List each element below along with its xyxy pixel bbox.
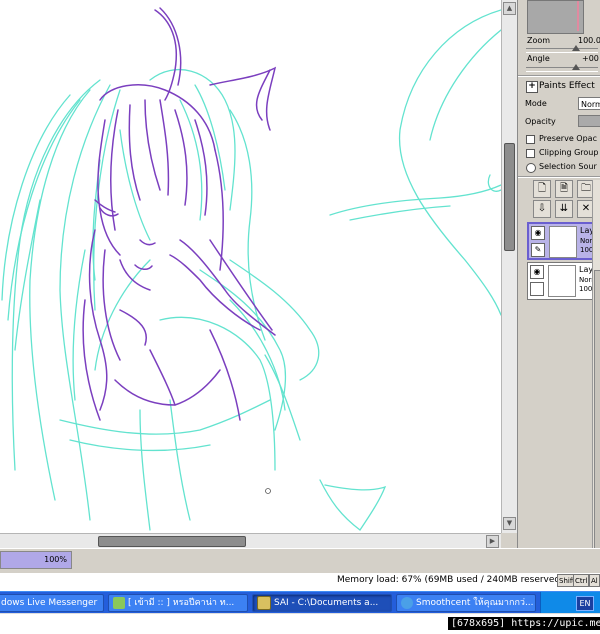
- ctrl-key-indicator: Ctrl: [573, 574, 590, 587]
- status-bar: 100% Memory load: 67% (69MB used / 240MB…: [0, 548, 600, 587]
- image-host-footer: [678x695] https://upic.me/: [0, 613, 600, 634]
- angle-slider-knob[interactable]: [572, 64, 580, 70]
- panel-separator: [518, 75, 600, 77]
- image-host-text: [678x695] https://upic.me/: [448, 617, 600, 630]
- selection-source-label: Selection Sour: [539, 162, 597, 171]
- mode-label: Mode: [525, 99, 547, 108]
- progress-text: 100%: [44, 555, 67, 564]
- blend-mode-select[interactable]: Norm: [578, 97, 600, 110]
- navigator-preview[interactable]: [527, 0, 584, 34]
- zoom-slider[interactable]: [526, 45, 598, 53]
- internet-explorer-icon: [401, 596, 413, 609]
- canvas-horizontal-scrollbar[interactable]: ▶: [0, 533, 501, 549]
- clipping-group-checkbox[interactable]: [526, 149, 535, 158]
- scroll-down-arrow-icon[interactable]: ▼: [503, 517, 516, 530]
- alt-key-indicator: Al: [589, 574, 600, 587]
- new-layer-set-icon[interactable]: 🗎: [555, 180, 573, 198]
- canvas-vertical-scrollbar[interactable]: ▲ ▼: [501, 0, 518, 533]
- taskbar-item-browser-thread[interactable]: [ เข้ามี :: ] หรอปีคาน่า ท...: [108, 594, 248, 612]
- system-tray: EN: [540, 592, 600, 614]
- vertical-scroll-thumb[interactable]: [504, 143, 515, 251]
- zoom-label: Zoom: [527, 36, 551, 45]
- language-indicator[interactable]: EN: [576, 596, 594, 611]
- horizontal-scroll-thumb[interactable]: [98, 536, 246, 547]
- sai-app-icon: [257, 595, 271, 610]
- taskbar-item-smoothcent[interactable]: Smoothcent ให้คุณมากกว่...: [396, 594, 536, 612]
- zoom-slider-knob[interactable]: [572, 45, 580, 51]
- layer-panel: Zoom 100.0 Angle +00 + Paints Effect Mod…: [517, 0, 600, 572]
- angle-label: Angle: [527, 54, 550, 63]
- scroll-up-arrow-icon[interactable]: ▲: [503, 2, 516, 15]
- angle-value: +00: [582, 54, 599, 63]
- taskbar-item-messenger[interactable]: dows Live Messenger: [0, 594, 104, 612]
- scrollbar-corner: [501, 533, 517, 548]
- opacity-slider[interactable]: [578, 115, 600, 127]
- brush-lock-icon[interactable]: [530, 282, 544, 296]
- sketch-drawing: [1, 7, 501, 531]
- panel-separator: [518, 176, 600, 178]
- layer-panel-scrollbar[interactable]: [592, 180, 600, 570]
- task-label: SAI - C:\Documents a...: [274, 598, 379, 608]
- layer-thumbnail: [549, 226, 577, 258]
- task-label: dows Live Messenger: [1, 598, 98, 608]
- zoom-value: 100.0: [578, 36, 600, 45]
- memory-load-text: Memory load: 67% (69MB used / 240MB rese…: [337, 575, 564, 585]
- paints-effect-expand-icon[interactable]: +: [526, 81, 538, 93]
- visibility-eye-icon[interactable]: ◉: [531, 226, 545, 240]
- transfer-down-icon[interactable]: ⇩: [533, 200, 551, 218]
- angle-slider[interactable]: [526, 64, 598, 72]
- preserve-opacity-checkbox[interactable]: [526, 135, 535, 144]
- paints-effect-label[interactable]: Paints Effect: [539, 81, 595, 91]
- scroll-right-arrow-icon[interactable]: ▶: [486, 535, 499, 548]
- new-layer-icon[interactable]: 🗋: [533, 180, 551, 198]
- windows-taskbar: dows Live Messenger [ เข้ามี :: ] หรอปีค…: [0, 591, 600, 614]
- visibility-eye-icon[interactable]: ◉: [530, 265, 544, 279]
- messenger-person-icon: [113, 596, 125, 609]
- merge-down-icon[interactable]: ⇊: [555, 200, 573, 218]
- progress-bar: 100%: [0, 551, 72, 569]
- brush-lock-icon[interactable]: ✎: [531, 243, 545, 257]
- layer-item[interactable]: ◉ Laye Norm 100%: [527, 262, 600, 300]
- opacity-label: Opacity: [525, 117, 556, 126]
- layer-panel-scroll-thumb[interactable]: [594, 270, 600, 552]
- task-label: [ เข้ามี :: ] หรอปีคาน่า ท...: [128, 598, 235, 608]
- drawing-canvas[interactable]: [0, 0, 517, 548]
- layer-thumbnail: [548, 265, 576, 297]
- taskbar-item-sai[interactable]: SAI - C:\Documents a...: [252, 594, 392, 612]
- clipping-group-label: Clipping Group: [539, 148, 599, 157]
- layer-item[interactable]: ◉ ✎ Laye Norm 100%: [527, 222, 600, 260]
- preserve-opacity-label: Preserve Opac: [539, 134, 597, 143]
- selection-source-radio[interactable]: [526, 163, 536, 173]
- task-label: Smoothcent ให้คุณมากกว่...: [416, 598, 534, 608]
